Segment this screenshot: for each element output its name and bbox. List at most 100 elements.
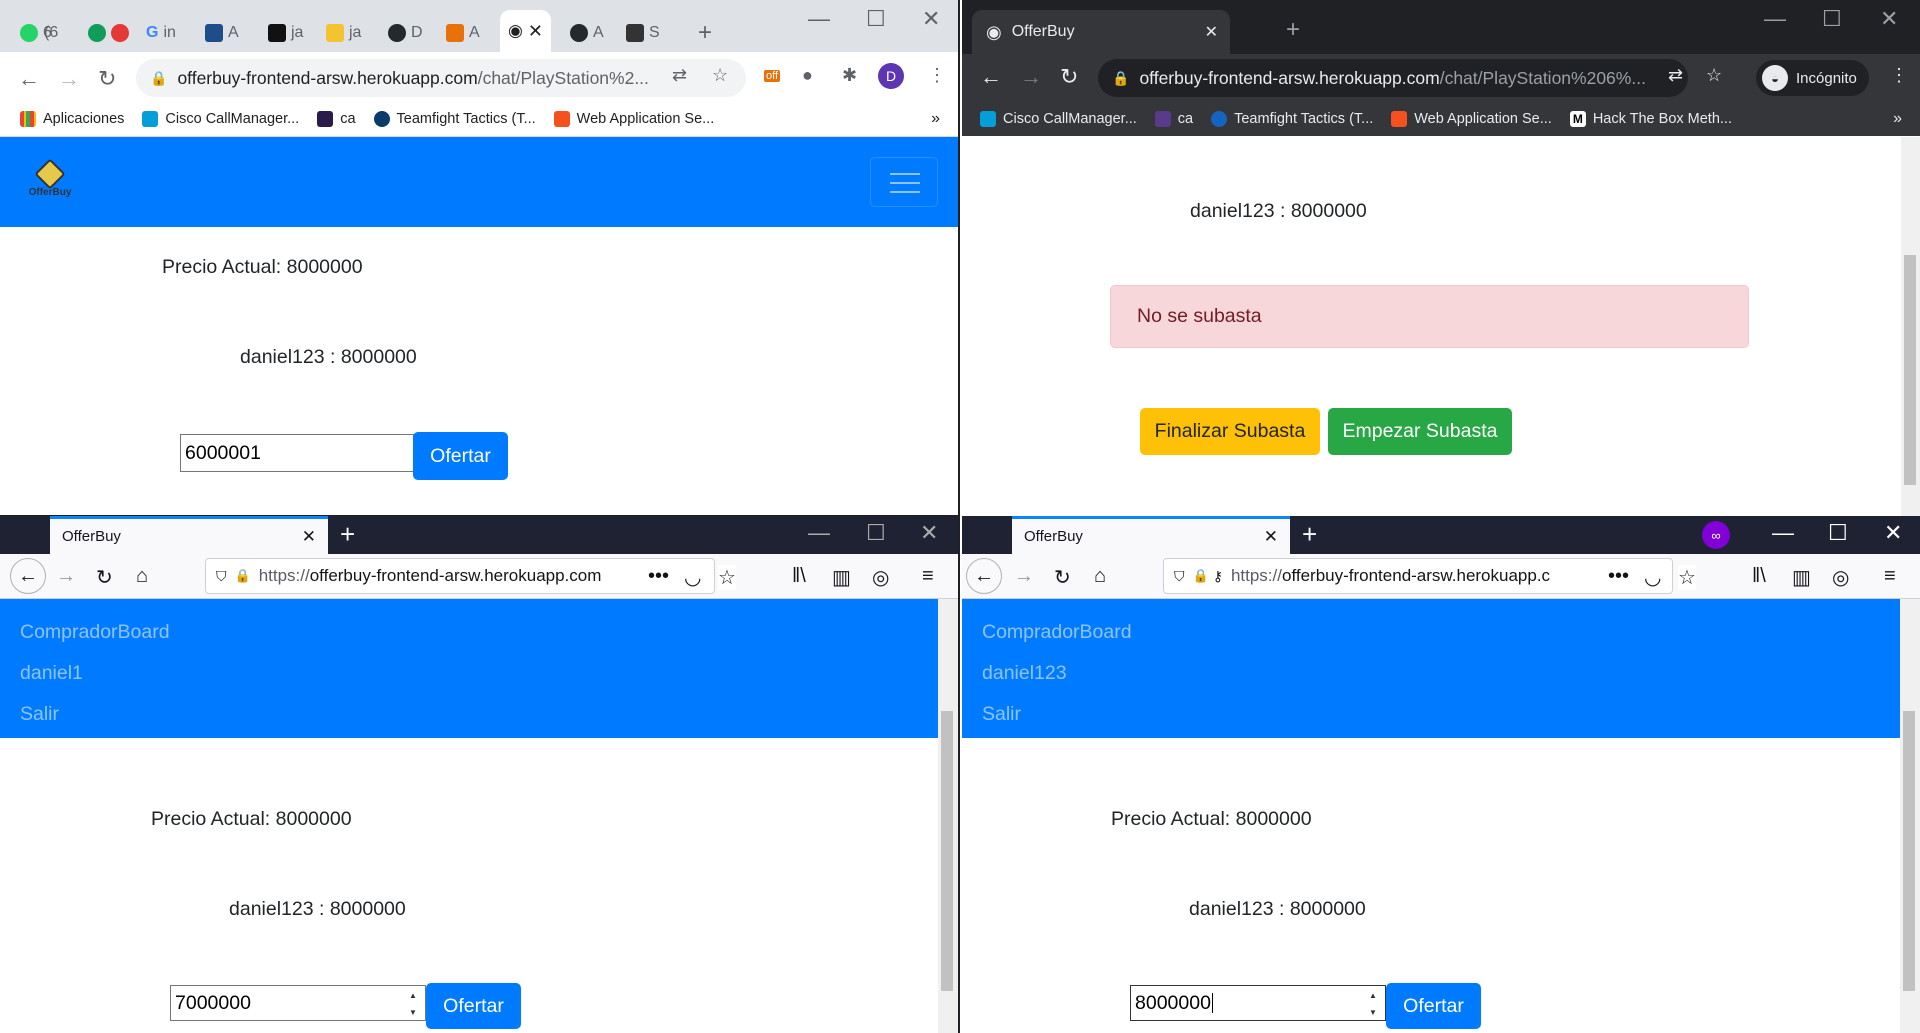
bid-input[interactable]: 6000001: [180, 434, 414, 472]
hamburger-menu-icon[interactable]: ≡: [922, 565, 934, 588]
scrollbar-thumb[interactable]: [941, 711, 953, 991]
ofertar-button[interactable]: Ofertar: [413, 432, 508, 480]
tab-2[interactable]: (6: [44, 14, 58, 52]
profile-avatar[interactable]: D: [878, 63, 904, 89]
sidebar-icon[interactable]: ▥: [1792, 565, 1811, 590]
forward-icon[interactable]: →: [56, 565, 76, 588]
minimize-icon[interactable]: —: [1764, 6, 1786, 32]
minimize-icon[interactable]: —: [808, 520, 830, 546]
vertical-scrollbar[interactable]: [1901, 137, 1920, 516]
forward-icon[interactable]: →: [58, 66, 80, 92]
address-bar[interactable]: 🔒 offerbuy-frontend-arsw.herokuapp.com/c…: [1098, 59, 1688, 97]
incognito-badge[interactable]: ◒ Incógnito: [1756, 60, 1869, 96]
sidebar-icon[interactable]: ▥: [832, 565, 851, 590]
bookmark-cisco[interactable]: Cisco CallManager...: [142, 111, 299, 127]
star-icon[interactable]: ☆: [712, 65, 728, 86]
account-icon[interactable]: ◎: [1832, 565, 1849, 590]
tab-offerbuy-active[interactable]: ◉ ✕: [500, 10, 551, 52]
menu-salir[interactable]: Salir: [20, 703, 59, 726]
back-icon[interactable]: ←: [966, 558, 1002, 594]
pocket-icon[interactable]: ◡: [1644, 565, 1662, 590]
reload-icon[interactable]: ↻: [98, 66, 116, 92]
menu-username[interactable]: daniel123: [982, 662, 1067, 685]
empezar-subasta-button[interactable]: Empezar Subasta: [1328, 408, 1512, 455]
bookmarks-overflow[interactable]: »: [1893, 110, 1902, 128]
tab-google[interactable]: G in: [146, 14, 176, 52]
tab-github[interactable]: D: [388, 14, 423, 52]
offerbuy-logo[interactable]: OfferBuy: [26, 158, 74, 203]
page-actions-icon[interactable]: •••: [1608, 565, 1630, 588]
more-menu-icon[interactable]: ⋮: [1890, 65, 1908, 86]
menu-compradorboard[interactable]: CompradorBoard: [982, 621, 1132, 644]
home-icon[interactable]: ⌂: [1094, 565, 1106, 588]
forward-icon[interactable]: →: [1020, 64, 1042, 90]
close-icon[interactable]: ✕: [302, 527, 316, 547]
new-tab-button[interactable]: +: [340, 519, 355, 550]
bid-input[interactable]: 8000000 ▲ ▼: [1130, 985, 1386, 1021]
forward-icon[interactable]: →: [1014, 565, 1034, 588]
bookmark-ca[interactable]: ca: [1154, 111, 1193, 127]
reload-icon[interactable]: ↻: [1054, 565, 1071, 590]
menu-username[interactable]: daniel1: [20, 662, 83, 685]
minimize-icon[interactable]: —: [1772, 520, 1794, 546]
bid-input[interactable]: 7000000 ▲ ▼: [170, 985, 426, 1021]
ofertar-button[interactable]: Ofertar: [426, 983, 521, 1029]
hamburger-menu-icon[interactable]: ≡: [1884, 565, 1896, 588]
back-icon[interactable]: ←: [18, 66, 40, 92]
bookmark-tft[interactable]: Teamfight Tactics (T...: [373, 111, 536, 127]
scrollbar-thumb[interactable]: [1903, 711, 1915, 991]
tab-offerbuy[interactable]: OfferBuy ✕: [50, 516, 328, 554]
close-icon[interactable]: ✕: [528, 21, 543, 42]
tab-github-2[interactable]: A: [570, 14, 604, 52]
number-spinner[interactable]: ▲ ▼: [1369, 991, 1382, 1017]
page-actions-icon[interactable]: •••: [648, 565, 670, 588]
translate-icon[interactable]: ⇄: [1668, 65, 1683, 86]
bookmark-htb[interactable]: M Hack The Box Meth...: [1569, 111, 1732, 127]
star-icon[interactable]: ☆: [1706, 65, 1722, 86]
extension-off-icon[interactable]: off: [764, 70, 781, 82]
reload-icon[interactable]: ↻: [96, 565, 113, 590]
translate-icon[interactable]: ⇄: [672, 65, 687, 86]
tab-3[interactable]: A: [205, 14, 239, 52]
bookmark-cisco[interactable]: Cisco CallManager...: [980, 111, 1137, 127]
pocket-icon[interactable]: ◡: [684, 565, 702, 590]
new-tab-button[interactable]: +: [1286, 16, 1300, 44]
tab-9[interactable]: S: [626, 14, 660, 52]
number-spinner[interactable]: ▲ ▼: [409, 991, 422, 1017]
scrollbar-thumb[interactable]: [1904, 255, 1916, 485]
navbar-toggler-button[interactable]: [870, 157, 938, 207]
puzzle-icon[interactable]: ✱: [842, 65, 857, 86]
bookmark-webapp[interactable]: Web Application Se...: [553, 111, 714, 127]
back-icon[interactable]: ←: [980, 64, 1002, 90]
tab-4[interactable]: ja: [268, 14, 303, 52]
bookmark-apps[interactable]: Aplicaciones: [20, 111, 124, 127]
minimize-icon[interactable]: —: [808, 6, 830, 32]
address-bar[interactable]: ⛉ 🔒 ⚷ https://offerbuy-frontend-arsw.her…: [1163, 558, 1673, 594]
star-icon[interactable]: ☆: [1678, 565, 1696, 590]
tab-5[interactable]: ja: [326, 14, 361, 52]
account-icon[interactable]: ◎: [872, 565, 889, 590]
new-tab-button[interactable]: +: [1302, 519, 1317, 550]
tab-offerbuy[interactable]: ◉ OfferBuy ✕: [972, 10, 1230, 54]
finalizar-subasta-button[interactable]: Finalizar Subasta: [1140, 408, 1320, 455]
address-bar[interactable]: ⛉ 🔒 https://offerbuy-frontend-arsw.herok…: [205, 558, 715, 594]
close-window-icon[interactable]: ✕: [922, 6, 940, 32]
reload-icon[interactable]: ↻: [1060, 64, 1078, 90]
close-window-icon[interactable]: ✕: [1880, 6, 1898, 32]
library-icon[interactable]: ‖\: [792, 565, 806, 588]
cookie-icon[interactable]: ●: [802, 65, 813, 86]
new-tab-button[interactable]: +: [698, 14, 712, 52]
tab-offerbuy[interactable]: OfferBuy ✕: [1012, 516, 1290, 554]
maximize-icon[interactable]: ☐: [866, 520, 886, 546]
tab-hangouts[interactable]: [88, 14, 129, 52]
more-menu-icon[interactable]: ⋮: [928, 65, 946, 86]
close-window-icon[interactable]: ✕: [920, 520, 938, 546]
star-icon[interactable]: ☆: [718, 565, 736, 590]
ofertar-button[interactable]: Ofertar: [1386, 983, 1481, 1029]
close-icon[interactable]: ✕: [1264, 527, 1278, 547]
bookmark-webapp[interactable]: Web Application Se...: [1391, 111, 1552, 127]
home-icon[interactable]: ⌂: [136, 565, 148, 588]
bookmarks-overflow[interactable]: »: [931, 110, 940, 128]
vertical-scrollbar[interactable]: [1900, 599, 1920, 1033]
vertical-scrollbar[interactable]: [938, 599, 958, 1033]
